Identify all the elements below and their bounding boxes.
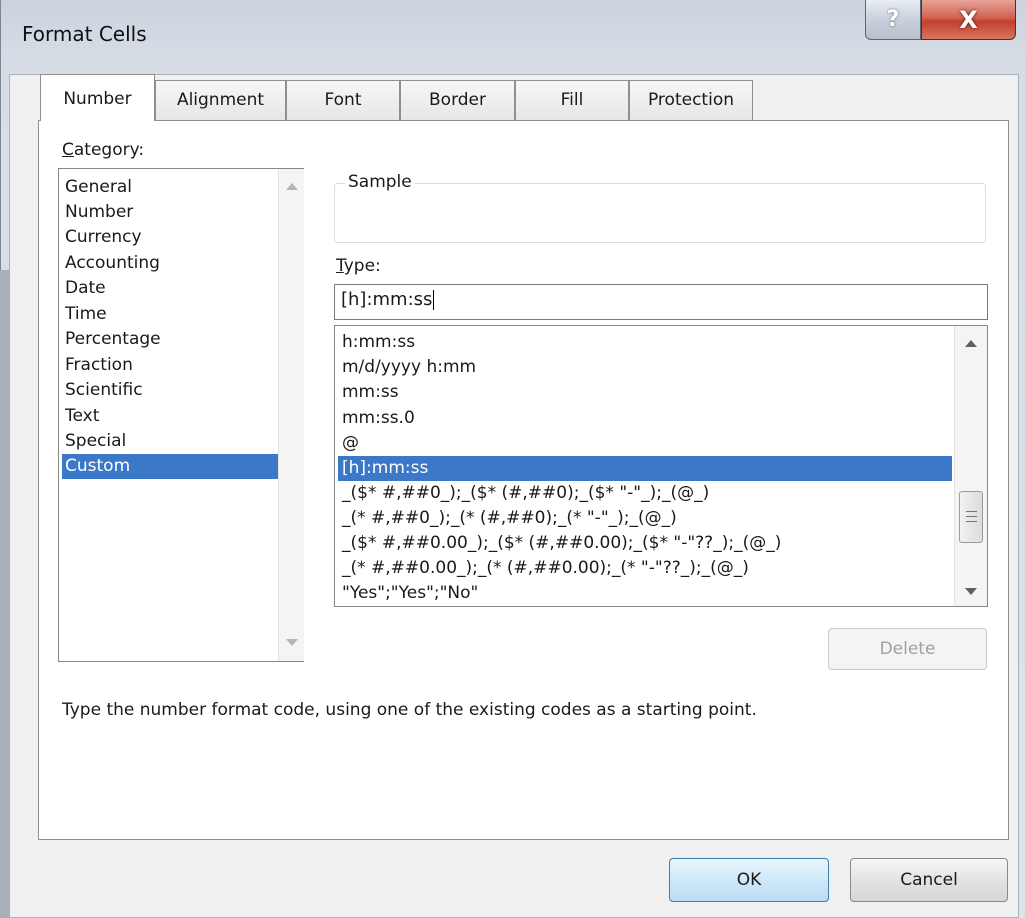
window-title: Format Cells [22, 22, 147, 46]
grip-icon [966, 516, 977, 517]
category-item-date[interactable]: Date [62, 276, 278, 301]
scrollbar-thumb[interactable] [959, 491, 983, 543]
grip-icon [966, 511, 977, 512]
arrow-down-icon[interactable] [286, 639, 298, 646]
category-label: Category: [62, 140, 145, 160]
type-input-value: [h]:mm:ss [341, 289, 433, 310]
grip-icon [966, 521, 977, 522]
tab-border[interactable]: Border [400, 80, 515, 120]
category-item-fraction[interactable]: Fraction [62, 353, 278, 378]
hint-text: Type the number format code, using one o… [62, 700, 757, 720]
sample-group [334, 183, 986, 243]
type-item[interactable]: _($* #,##0_);_($* (#,##0);_($* "-"_);_(@… [338, 481, 952, 506]
type-item-selected[interactable]: [h]:mm:ss [338, 456, 952, 481]
tab-fill[interactable]: Fill [515, 80, 629, 120]
type-item[interactable]: @ [338, 431, 952, 456]
tab-font[interactable]: Font [286, 80, 400, 120]
category-item-general[interactable]: General [62, 175, 278, 200]
category-item-text[interactable]: Text [62, 404, 278, 429]
arrow-down-icon[interactable] [965, 588, 977, 595]
category-item-currency[interactable]: Currency [62, 225, 278, 250]
tab-number[interactable]: Number [40, 74, 155, 121]
category-item-number[interactable]: Number [62, 200, 278, 225]
delete-button[interactable]: Delete [828, 628, 987, 670]
category-list[interactable]: General Number Currency Accounting Date … [58, 168, 304, 662]
tab-alignment[interactable]: Alignment [155, 80, 286, 120]
category-item-special[interactable]: Special [62, 429, 278, 454]
type-item[interactable]: mm:ss.0 [338, 406, 952, 431]
type-input[interactable]: [h]:mm:ss [334, 284, 988, 320]
close-icon: X [959, 5, 978, 34]
ok-button[interactable]: OK [669, 858, 829, 902]
type-item[interactable]: _(* #,##0_);_(* (#,##0);_(* "-"_);_(@_) [338, 506, 952, 531]
tab-protection[interactable]: Protection [629, 80, 753, 120]
type-label: Type: [336, 256, 381, 276]
sample-label: Sample [345, 172, 415, 192]
category-scrollbar[interactable] [278, 169, 304, 661]
type-item[interactable]: mm:ss [338, 380, 952, 405]
help-button[interactable]: ? [865, 0, 921, 40]
type-scrollbar[interactable] [954, 326, 987, 606]
type-item[interactable]: h:mm:ss [338, 330, 952, 355]
type-item[interactable]: "Yes";"Yes";"No" [338, 581, 952, 606]
category-item-percentage[interactable]: Percentage [62, 327, 278, 352]
cancel-button[interactable]: Cancel [850, 858, 1008, 902]
arrow-up-icon[interactable] [286, 183, 298, 190]
type-item[interactable]: m/d/yyyy h:mm [338, 355, 952, 380]
window-left-edge [0, 270, 9, 918]
category-item-custom[interactable]: Custom [62, 454, 278, 479]
help-icon: ? [886, 7, 900, 32]
text-cursor [433, 290, 435, 310]
arrow-up-icon[interactable] [965, 340, 977, 347]
close-button[interactable]: X [921, 0, 1016, 40]
category-item-accounting[interactable]: Accounting [62, 251, 278, 276]
type-item[interactable]: _(* #,##0.00_);_(* (#,##0.00);_(* "-"??_… [338, 556, 952, 581]
type-list[interactable]: h:mm:ss m/d/yyyy h:mm mm:ss mm:ss.0 @ [h… [334, 325, 988, 607]
type-item[interactable]: _($* #,##0.00_);_($* (#,##0.00);_($* "-"… [338, 531, 952, 556]
category-item-scientific[interactable]: Scientific [62, 378, 278, 403]
category-item-time[interactable]: Time [62, 302, 278, 327]
